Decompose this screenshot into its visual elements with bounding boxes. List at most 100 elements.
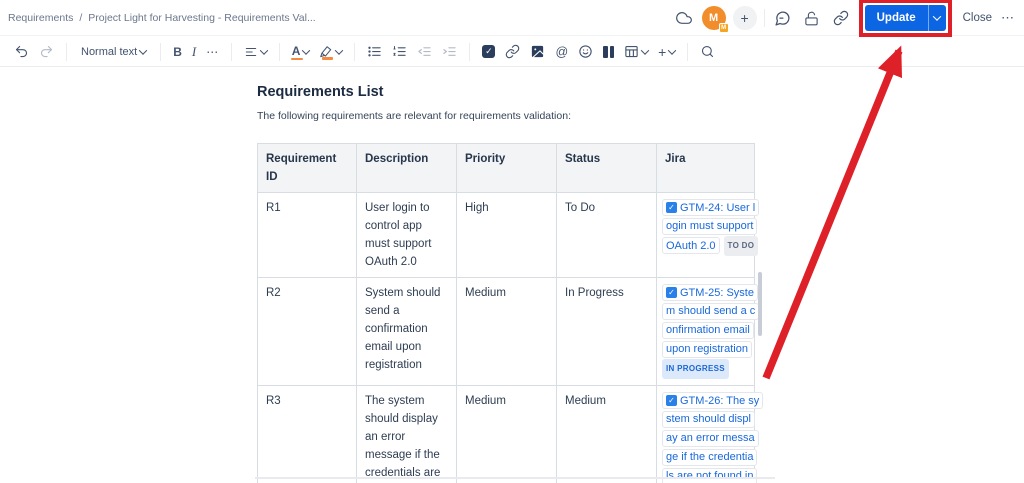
jira-issue-link[interactable]: ✓GTM-26: The sy (662, 392, 763, 409)
avatar[interactable]: M M (702, 6, 726, 30)
comment-icon (774, 10, 791, 27)
jira-issue-link[interactable]: ✓GTM-24: User l (662, 199, 759, 216)
cell-jira[interactable]: ✓GTM-26: The sy stem should displ ay an … (657, 386, 755, 483)
insert-image-button[interactable] (526, 41, 549, 62)
jira-issue-link[interactable]: ay an error messa (662, 430, 759, 447)
cell-requirement-id[interactable]: R2 (258, 278, 357, 386)
jira-link-text: ls are not found in (666, 467, 753, 483)
breadcrumb-separator: / (79, 12, 82, 24)
jira-issue-link[interactable]: ogin must support (662, 218, 757, 235)
text-color-icon: A (292, 46, 301, 57)
more-formatting-icon: ⋯ (206, 45, 219, 59)
jira-link-text: stem should displ (666, 410, 751, 428)
cell-description[interactable]: The system should display an error messa… (357, 386, 457, 483)
table-icon (624, 44, 639, 59)
bold-icon: B (173, 45, 182, 59)
text-color-button[interactable]: A (288, 43, 314, 60)
jira-link-text: OAuth 2.0 (666, 237, 716, 255)
chevron-down-icon (139, 46, 147, 54)
cell-priority[interactable]: High (457, 193, 557, 278)
numbered-list-icon (392, 44, 407, 59)
jira-issue-link[interactable]: ge if the credentia (662, 449, 757, 466)
intro-paragraph[interactable]: The following requirements are relevant … (257, 110, 571, 122)
toolbar-divider (66, 43, 67, 61)
requirements-table[interactable]: Requirement ID Description Priority Stat… (257, 143, 755, 483)
jira-issue-link[interactable]: ls are not found in (662, 468, 757, 483)
undo-button[interactable] (10, 41, 33, 62)
jira-issue-link[interactable]: ✓GTM-25: Syste (662, 284, 758, 301)
restrictions-button[interactable] (801, 7, 823, 29)
cell-priority[interactable]: Medium (457, 386, 557, 483)
jira-link-text: upon registration (666, 340, 748, 358)
col-header-description[interactable]: Description (357, 144, 457, 193)
insert-link-button[interactable] (501, 41, 524, 62)
close-button[interactable]: Close (961, 12, 994, 24)
jira-issue-link[interactable]: stem should displ (662, 411, 755, 428)
insert-table-button[interactable] (620, 41, 652, 62)
numbered-list-button[interactable] (388, 41, 411, 62)
page-title[interactable]: Requirements List (257, 84, 384, 100)
cell-status[interactable]: To Do (557, 193, 657, 278)
insert-more-button[interactable]: + (654, 41, 679, 63)
draft-sync-cloud-icon (673, 7, 695, 29)
bullet-list-button[interactable] (363, 41, 386, 62)
cell-requirement-id[interactable]: R3 (258, 386, 357, 483)
jira-issue-link[interactable]: upon registration (662, 341, 752, 358)
link-icon (505, 44, 520, 59)
update-button[interactable]: Update (865, 5, 928, 31)
scrollbar-thumb[interactable] (758, 272, 762, 336)
text-style-dropdown[interactable]: Normal text (75, 43, 152, 61)
highlight-color-button[interactable] (315, 42, 346, 62)
table-bottom-rule (255, 477, 775, 479)
more-actions-button[interactable]: ⋯ (1001, 10, 1015, 26)
cell-description[interactable]: System should send a confirmation email … (357, 278, 457, 386)
chevron-down-icon (933, 12, 941, 20)
col-header-status[interactable]: Status (557, 144, 657, 193)
jira-task-icon: ✓ (666, 395, 677, 406)
cell-description[interactable]: User login to control app must support O… (357, 193, 457, 278)
col-header-priority[interactable]: Priority (457, 144, 557, 193)
bold-button[interactable]: B (169, 42, 186, 62)
cell-jira[interactable]: ✓GTM-24: User l ogin must support OAuth … (657, 193, 755, 278)
copy-link-button[interactable] (830, 7, 852, 29)
cell-requirement-id[interactable]: R1 (258, 193, 357, 278)
jira-issue-link[interactable]: m should send a c (662, 303, 759, 320)
toolbar-divider (279, 43, 280, 61)
jira-link-text: m should send a c (666, 302, 755, 320)
confluence-editor-window: Requirements / Project Light for Harvest… (0, 0, 1024, 483)
jira-issue-link[interactable]: onfirmation email (662, 322, 754, 339)
cell-priority[interactable]: Medium (457, 278, 557, 386)
alignment-button[interactable] (240, 42, 271, 62)
cell-status[interactable]: Medium (557, 386, 657, 483)
more-formatting-button[interactable]: ⋯ (202, 42, 223, 62)
chevron-down-icon (668, 46, 676, 54)
italic-button[interactable]: I (188, 41, 200, 63)
jira-link-text: GTM-24: User l (680, 199, 755, 217)
redo-button[interactable] (35, 41, 58, 62)
search-icon (700, 44, 715, 59)
indent-icon (442, 44, 457, 59)
breadcrumb-page-link[interactable]: Project Light for Harvesting - Requireme… (88, 12, 315, 24)
update-dropdown-button[interactable] (928, 5, 946, 31)
table-row: R2 System should send a confirmation ema… (258, 278, 755, 386)
layout-button[interactable] (599, 43, 618, 61)
comment-button[interactable] (772, 7, 794, 29)
editor-toolbar: Normal text B I ⋯ A (0, 37, 1024, 67)
task-list-button[interactable]: ✓ (478, 42, 499, 61)
col-header-requirement-id[interactable]: Requirement ID (258, 144, 357, 193)
outdent-button[interactable] (413, 41, 436, 62)
breadcrumb-space-link[interactable]: Requirements (8, 12, 73, 24)
jira-status-lozenge: IN PROGRESS (662, 359, 729, 379)
indent-button[interactable] (438, 41, 461, 62)
chevron-down-icon (302, 46, 310, 54)
jira-issue-link[interactable]: OAuth 2.0 (662, 237, 720, 254)
cell-status[interactable]: In Progress (557, 278, 657, 386)
emoji-button[interactable] (574, 41, 597, 62)
cell-jira[interactable]: ✓GTM-25: Syste m should send a c onfirma… (657, 278, 755, 386)
mention-button[interactable]: @ (551, 42, 572, 62)
update-split-button: Update (865, 5, 946, 31)
breadcrumb: Requirements / Project Light for Harvest… (8, 0, 316, 36)
col-header-jira[interactable]: Jira (657, 144, 755, 193)
invite-collaborator-button[interactable]: + (733, 6, 757, 30)
find-replace-button[interactable] (696, 41, 719, 62)
